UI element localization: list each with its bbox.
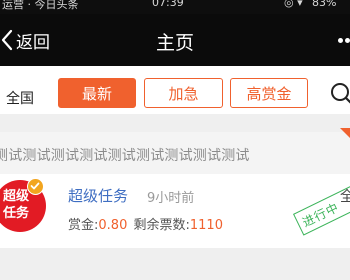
remaining-label: 剩余票数: <box>133 218 190 233</box>
region-selector[interactable]: 全国 <box>6 88 34 108</box>
remaining-value: 1110 <box>189 218 223 233</box>
task-card[interactable]: 超级 任务 超级任务 9小时前 赏金:0.80 剩余票数:1110 全 进行中 <box>0 174 350 248</box>
status-battery: 83% <box>312 0 337 9</box>
announcement-text: 测试测试测试测试测试测试测试测试测试 <box>0 148 250 164</box>
corner-marker-icon <box>340 128 350 138</box>
status-time: 07:39 <box>152 0 184 9</box>
reward-label: 赏金: <box>68 218 99 233</box>
status-left-text: 运营 · 今日头条 <box>2 0 79 11</box>
reward-value: 0.80 <box>98 218 128 233</box>
filter-bar: 全国 最新 加急 高赏金 <box>0 66 350 114</box>
task-time: 9小时前 <box>147 191 195 206</box>
chip-latest[interactable]: 最新 <box>58 78 136 108</box>
task-stats: 赏金:0.80 剩余票数:1110 <box>68 214 223 233</box>
chip-urgent[interactable]: 加急 <box>144 78 223 108</box>
signal-icon: ◎ ▾ <box>284 0 303 9</box>
announcement-bar: 测试测试测试测试测试测试测试测试测试 <box>0 132 350 174</box>
badge-text-top: 超级 <box>3 189 30 204</box>
badge-text-bottom: 任务 <box>3 206 30 221</box>
page-title: 主页 <box>155 32 194 54</box>
navigation-bar: 返回 主页 <box>0 14 350 66</box>
chip-high-reward[interactable]: 高赏金 <box>230 78 308 108</box>
status-bar: 运营 · 今日头条 07:39 ◎ ▾ 83% <box>0 0 350 14</box>
verified-icon <box>27 178 44 195</box>
search-icon[interactable] <box>328 82 350 106</box>
more-icon[interactable] <box>338 38 350 44</box>
task-title[interactable]: 超级任务 <box>68 185 128 206</box>
